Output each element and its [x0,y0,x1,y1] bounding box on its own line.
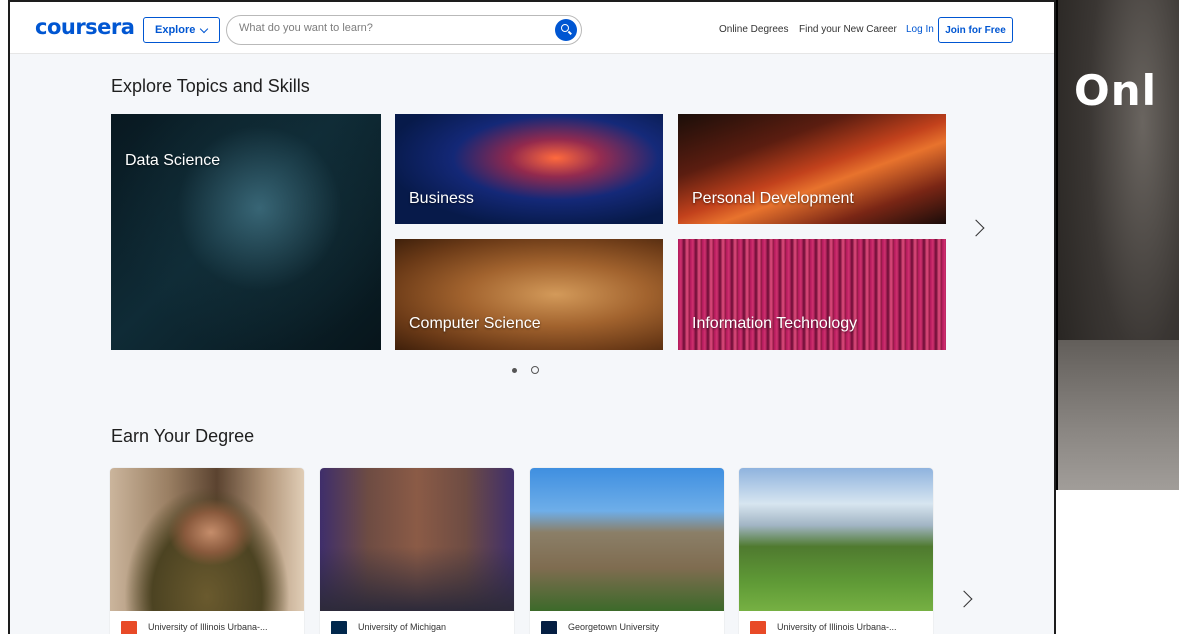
university-name: University of Illinois Urbana-... [777,622,897,632]
topic-tile-computer-science[interactable]: Computer Science [395,239,663,350]
topic-label: Computer Science [409,315,541,332]
university-logo-icon [331,621,347,634]
university-name: Georgetown University [568,622,660,632]
topic-tile-personal-development[interactable]: Personal Development [678,114,946,224]
video-overlay-panel[interactable]: Onl [1056,0,1179,490]
topic-tile-information-technology[interactable]: Information Technology [678,239,946,350]
topic-label: Business [409,190,474,207]
topic-label: Data Science [125,152,221,169]
pagination-dot[interactable] [531,366,539,374]
topic-label: Information Technology [692,315,858,332]
pagination-dot-active[interactable] [512,367,517,373]
degree-card[interactable]: University of Illinois Urbana-... [739,468,933,634]
search-button[interactable] [555,19,577,41]
degrees-section-title: Earn Your Degree [111,426,255,446]
video-title: Onl [1074,66,1158,115]
online-degrees-link[interactable]: Online Degrees [719,24,788,35]
topic-label: Personal Development [692,190,854,207]
explore-button[interactable]: Explore [143,17,220,43]
topics-pagination [512,366,539,374]
topic-tile-data-science[interactable]: Data Science [111,114,381,350]
degrees-next-arrow-icon[interactable] [955,590,973,608]
degree-card-image [739,468,933,611]
topics-section-title: Explore Topics and Skills [111,76,310,96]
university-logo-icon [541,621,557,634]
university-name: University of Illinois Urbana-... [148,622,268,632]
login-link[interactable]: Log In [906,24,934,35]
search-bar [226,15,582,45]
find-career-link[interactable]: Find your New Career [799,24,897,35]
university-logo-icon [121,621,137,634]
explore-label: Explore [155,24,196,36]
degree-card-image [110,468,304,611]
top-navbar: coursera Explore Online Degrees Find you… [10,2,1054,54]
degree-card-image [530,468,724,611]
join-for-free-button[interactable]: Join for Free [938,17,1013,43]
topics-next-arrow-icon[interactable] [967,219,985,237]
topic-tile-business[interactable]: Business [395,114,663,224]
university-name: University of Michigan [358,622,447,632]
chevron-down-icon [200,24,209,33]
search-input[interactable] [239,22,539,34]
browser-page: coursera Explore Online Degrees Find you… [8,0,1056,634]
university-logo-icon [750,621,766,634]
degree-card-image [320,468,514,611]
coursera-logo[interactable]: coursera [35,15,135,39]
degree-card[interactable]: University of Michigan [320,468,514,634]
degree-card[interactable]: Georgetown University [530,468,724,634]
degree-card[interactable]: University of Illinois Urbana-... [110,468,304,634]
